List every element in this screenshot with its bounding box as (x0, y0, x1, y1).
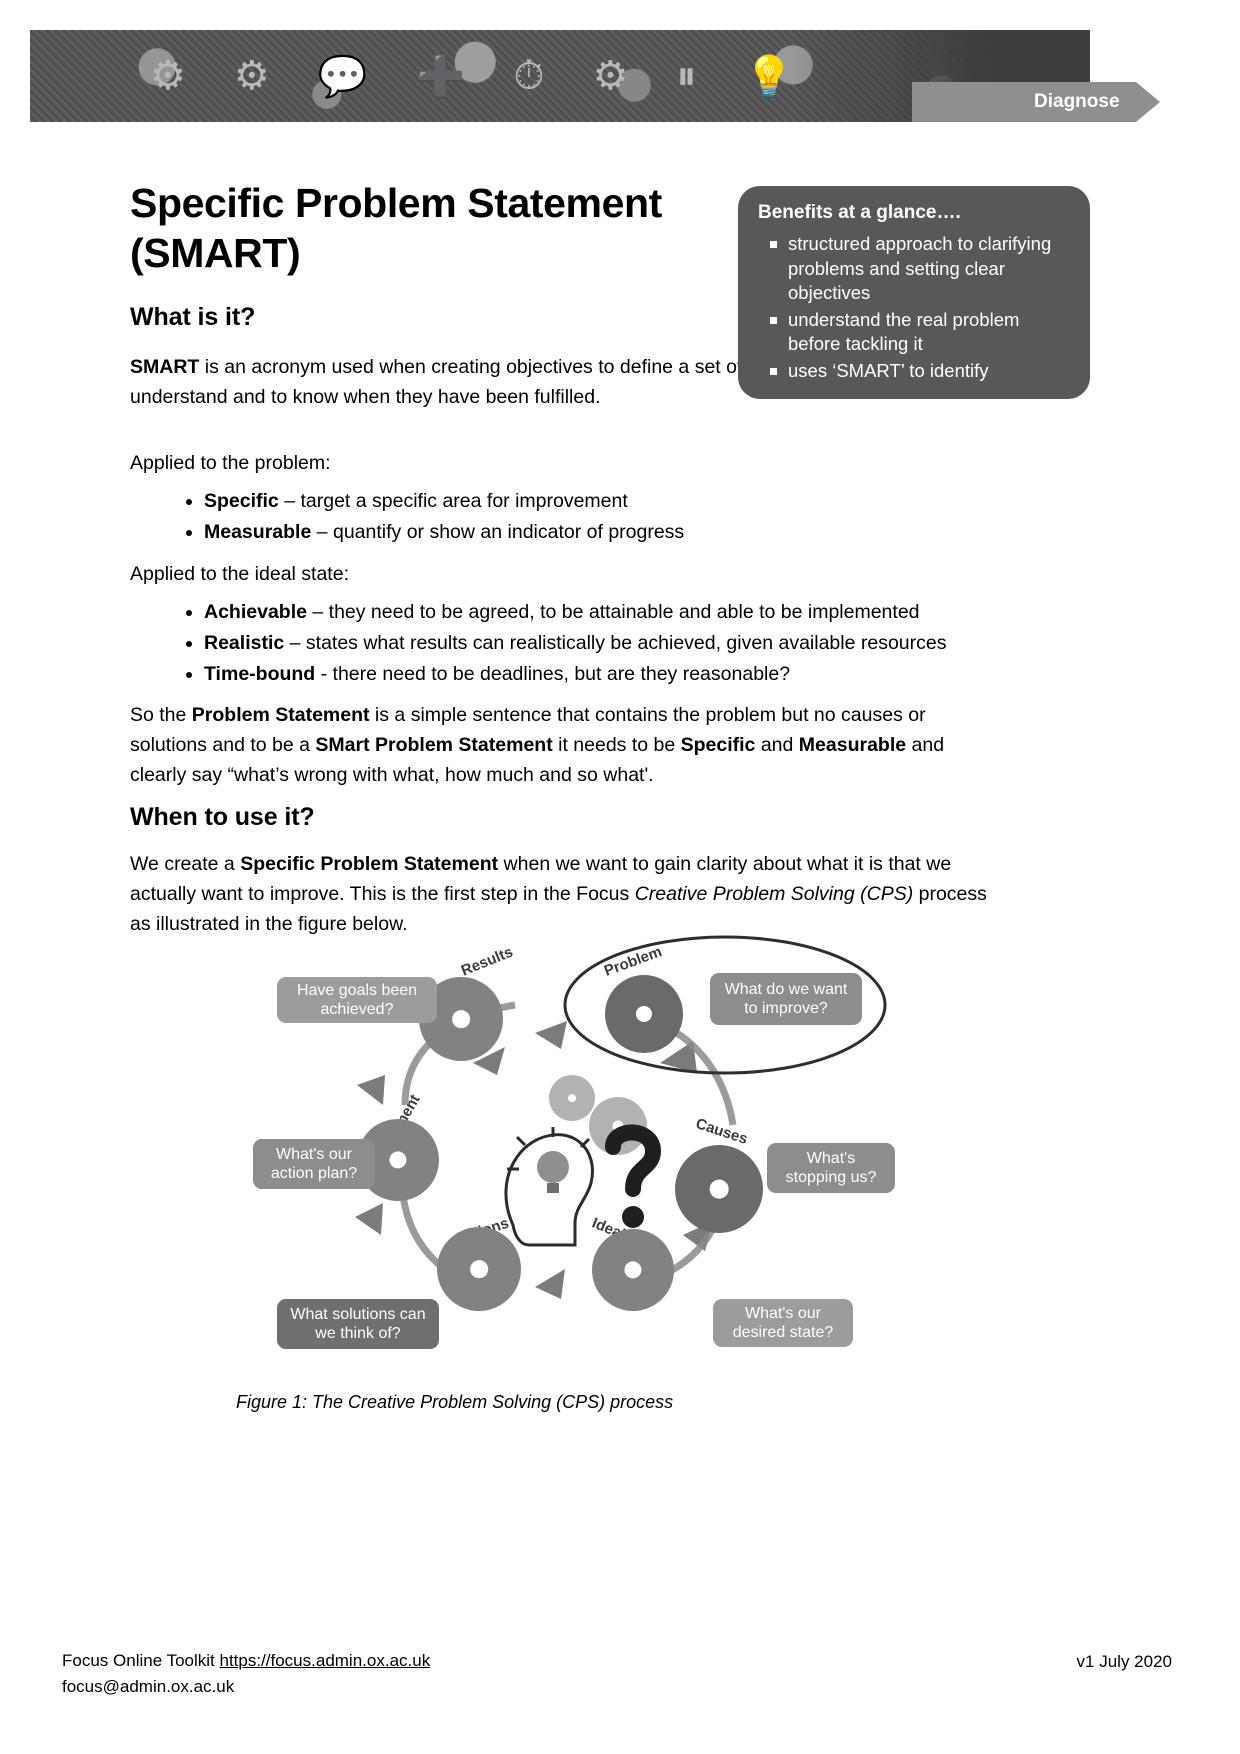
list-item: Specific – target a specific area for im… (204, 487, 1064, 516)
bullet-term: Achievable (204, 601, 307, 623)
footer-email[interactable]: focus@admin.ox.ac.uk (62, 1674, 430, 1700)
gear-icon-problem (605, 975, 683, 1053)
when-italic: Creative Problem Solving (CPS) (634, 883, 914, 906)
bullet-term: Specific (204, 490, 279, 512)
box-problem: What do we want to improve? (710, 973, 862, 1025)
list-item: structured approach to clarifying proble… (770, 232, 1072, 306)
arrow-segment (535, 1021, 567, 1049)
chat-icon: 💬 (317, 54, 372, 99)
bullet-term: Measurable (204, 521, 312, 544)
box-ideal-state: What's our desired state? (713, 1299, 853, 1347)
summary-bold: SMart Problem Statement (315, 734, 553, 757)
paragraph-when-to-use: We create a Specific Problem Statement w… (130, 849, 988, 940)
list-ideal-criteria: Achievable – they need to be agreed, to … (156, 598, 1064, 691)
summary-part: So the (130, 704, 192, 726)
summary-bold: Specific (680, 734, 756, 757)
arrow-implement-to-results (357, 1075, 385, 1105)
footer-toolkit-line: Focus Online Toolkit https://focus.admin… (62, 1648, 430, 1674)
when-part: We create a (130, 853, 241, 875)
gear-icon: ⚙ (233, 54, 274, 98)
arrow-ideal-to-options (535, 1269, 565, 1299)
box-options: What solutions can we think of? (277, 1299, 439, 1349)
list-item: Time-bound - there need to be deadlines,… (204, 660, 1064, 689)
list-item: Achievable – they need to be agreed, to … (204, 598, 1064, 627)
gear-icon: ⚙ (592, 54, 633, 98)
footer-toolkit-link[interactable]: https://focus.admin.ox.ac.uk (219, 1651, 430, 1670)
bullet-desc: – target a specific area for improvement (278, 490, 628, 512)
ribbon-tail (912, 82, 1022, 122)
clock-icon: ⏱ (513, 53, 549, 98)
list-item: Measurable – quantify or show an indicat… (204, 518, 1064, 547)
cps-process-diagram: Results Problem Causes Ideal State Optio… (205, 935, 1005, 1365)
heading-when-to-use-it: When to use it? (130, 803, 315, 831)
footer-left: Focus Online Toolkit https://focus.admin… (62, 1648, 430, 1699)
footer-toolkit-label: Focus Online Toolkit (62, 1651, 220, 1670)
figure-caption: Figure 1: The Creative Problem Solving (… (236, 1392, 674, 1412)
page-title: Specific Problem Statement (SMART) (130, 180, 662, 277)
gear-icon-causes (675, 1145, 763, 1233)
document-page: ⚙ ⚙ 💬 ➕ ⏱ ⚙ ⏸ 💡 Diagnose Specific Proble… (0, 0, 1240, 1754)
bullet-term: Realistic (204, 632, 285, 655)
list-item: Realistic – states what results can real… (204, 629, 1064, 658)
intro-lead: SMART (130, 356, 200, 378)
plus-icon: ➕ (415, 54, 470, 99)
benefits-list: structured approach to clarifying proble… (758, 232, 1072, 384)
bullet-desc: – they need to be agreed, to be attainab… (306, 601, 920, 623)
list-item: understand the real problem before tackl… (770, 308, 1072, 357)
list-problem-criteria: Specific – target a specific area for im… (156, 487, 1064, 549)
bullet-term: Time-bound (204, 663, 316, 686)
when-bold: Specific Problem Statement (240, 853, 499, 875)
summary-bold: Measurable (798, 734, 907, 757)
bullet-desc: – quantify or show an indicator of progr… (311, 521, 685, 544)
gear-icon: ⚙ (150, 54, 190, 98)
paragraph-problem-statement-summary: So the Problem Statement is a simple sen… (130, 700, 988, 791)
section-ribbon: Diagnose (912, 82, 1160, 122)
summary-part: and (755, 734, 799, 757)
box-implement: What's our action plan? (253, 1139, 375, 1189)
box-results: Have goals been achieved? (277, 977, 437, 1023)
bullet-desc: - there need to be deadlines, but are th… (315, 663, 791, 686)
ribbon-label: Diagnose (1012, 82, 1136, 122)
label-applied-to-ideal-state: Applied to the ideal state: (130, 563, 349, 585)
benefits-title: Benefits at a glance…. (758, 202, 961, 223)
bullet-desc: – states what results can realistically … (284, 632, 947, 655)
box-causes: What's stopping us? (767, 1143, 895, 1193)
summary-part: it needs to be (552, 734, 681, 757)
page-footer: Focus Online Toolkit https://focus.admin… (62, 1648, 1172, 1699)
summary-bold: Problem Statement (191, 704, 370, 726)
head-lightbulb-question-icon (504, 1124, 662, 1247)
footer-version: v1 July 2020 (1076, 1652, 1172, 1671)
benefits-at-a-glance-box: Benefits at a glance…. structured approa… (738, 186, 1090, 399)
gear-icon-results (419, 977, 503, 1061)
ribbon-arrow (1135, 82, 1160, 122)
arrow-options-to-implement (355, 1203, 383, 1235)
list-item: uses ‘SMART’ to identify (770, 359, 1072, 384)
label-applied-to-problem: Applied to the problem: (130, 452, 331, 474)
pause-icon: ⏸ (676, 53, 701, 98)
heading-what-is-it: What is it? (130, 303, 256, 331)
